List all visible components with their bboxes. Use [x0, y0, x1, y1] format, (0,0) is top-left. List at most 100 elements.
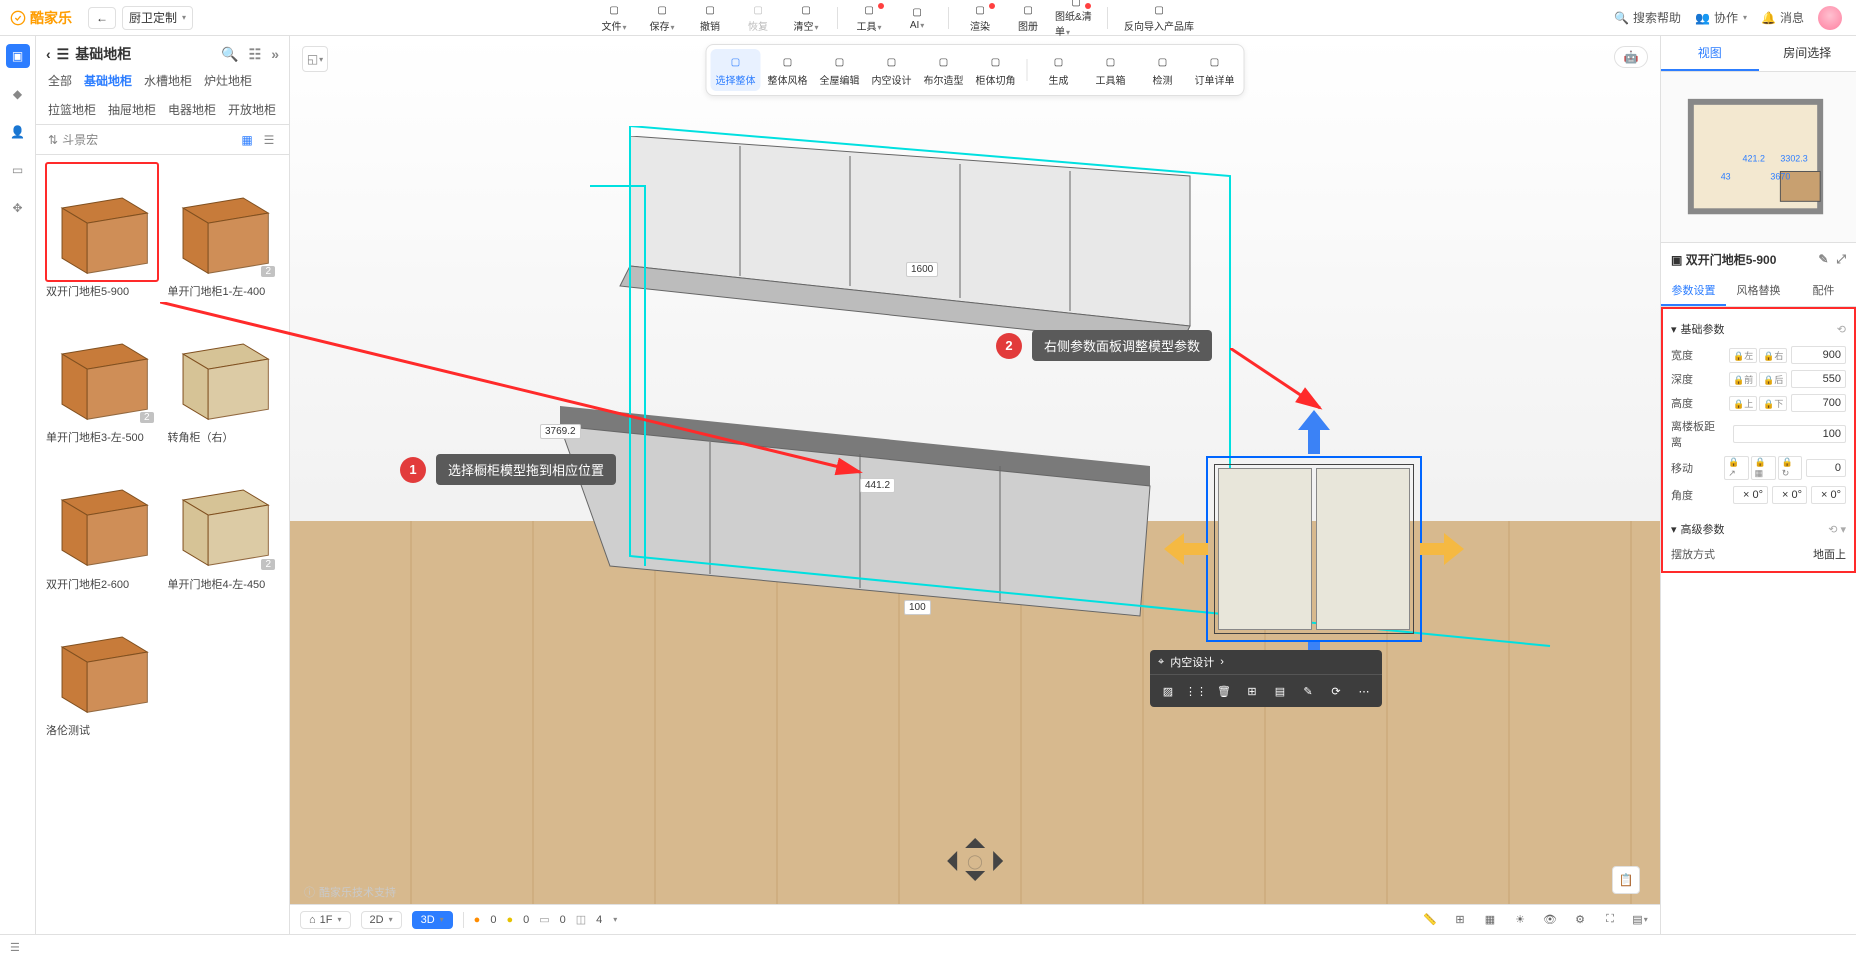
toolbar-undo[interactable]: ▢撤销: [689, 1, 731, 35]
reset-icon-2[interactable]: ⟲ ▾: [1828, 523, 1846, 536]
viewtool-interior[interactable]: ▢内空设计: [867, 49, 917, 91]
status-fullscreen-icon[interactable]: ⛶: [1600, 910, 1620, 930]
popup-addbox-icon[interactable]: ⊞: [1242, 681, 1262, 701]
param-input[interactable]: 900: [1791, 346, 1846, 364]
cat-tab[interactable]: 全部: [48, 72, 72, 89]
minimap[interactable]: 421.2 3302.3 43 3670: [1661, 72, 1856, 242]
status-eye-icon[interactable]: 👁: [1540, 910, 1560, 930]
param-input[interactable]: × 0°: [1772, 486, 1807, 504]
tab-view[interactable]: 视图: [1661, 36, 1759, 71]
popup-more-icon[interactable]: ⋯: [1354, 681, 1374, 701]
toolbar-ai[interactable]: ▢AI▾: [896, 1, 938, 35]
avatar[interactable]: [1818, 6, 1842, 30]
toolbar-clear[interactable]: ▢清空▾: [785, 1, 827, 35]
status-snap-icon[interactable]: ⊞: [1450, 910, 1470, 930]
ptab-params[interactable]: 参数设置: [1661, 276, 1726, 306]
catalog-item[interactable]: 2 单开门地柜1-左-400: [168, 163, 280, 299]
toolbar-save[interactable]: ▢保存▾: [641, 1, 683, 35]
toolbar-export[interactable]: ▢反向导入产品库: [1118, 1, 1200, 35]
catalog-item[interactable]: 2 单开门地柜3-左-500: [46, 309, 158, 445]
viewtool-select[interactable]: ▢选择整体: [711, 49, 761, 91]
popup-array-icon[interactable]: ⋮⋮: [1186, 681, 1206, 701]
status-grid-icon[interactable]: ▦: [1480, 910, 1500, 930]
messages-button[interactable]: 🔔 消息: [1761, 9, 1804, 26]
viewtool-check[interactable]: ▢检测: [1138, 49, 1188, 91]
ptab-parts[interactable]: 配件: [1791, 276, 1856, 306]
param-input[interactable]: 0: [1806, 459, 1846, 477]
status-layer-icon[interactable]: ▤▾: [1630, 910, 1650, 930]
nav-compass[interactable]: ◯: [937, 828, 1013, 894]
param-input[interactable]: × 0°: [1733, 486, 1768, 504]
param-input[interactable]: × 0°: [1811, 486, 1846, 504]
popup-delete-icon[interactable]: 🗑: [1214, 681, 1234, 701]
cat-tab[interactable]: 拉篮地柜: [48, 101, 96, 118]
param-input[interactable]: 100: [1733, 425, 1846, 443]
popup-refresh-icon[interactable]: ⟳: [1326, 681, 1346, 701]
viewtool-toolbox[interactable]: ▢工具箱: [1086, 49, 1136, 91]
viewtool-order[interactable]: ▢订单详单: [1190, 49, 1240, 91]
move-up-arrow[interactable]: [1298, 410, 1330, 454]
view-3d-button[interactable]: 3D ▾: [412, 911, 453, 929]
cat-tab[interactable]: 炉灶地柜: [204, 72, 252, 89]
popup-material-icon[interactable]: ✎: [1298, 681, 1318, 701]
filter-icon[interactable]: ☷: [249, 46, 262, 63]
cat-tab[interactable]: 水槽地柜: [144, 72, 192, 89]
toolbar-draw[interactable]: ▢图纸&清单▾: [1055, 1, 1097, 35]
catalog-item[interactable]: 转角柜（右）: [168, 309, 280, 445]
collab-button[interactable]: 👥 协作▾: [1695, 9, 1747, 26]
catalog-item[interactable]: 2 单开门地柜4-左-450: [168, 456, 280, 592]
ai-robot-icon[interactable]: 🤖: [1614, 46, 1648, 68]
floor-selector[interactable]: ⌂ 1F ▾: [300, 911, 351, 929]
popup-layer-icon[interactable]: ▤: [1270, 681, 1290, 701]
param-input[interactable]: 700: [1791, 394, 1846, 412]
rail-home-icon[interactable]: ▣: [6, 44, 30, 68]
toolbar-render[interactable]: ▢渲染: [959, 1, 1001, 35]
move-left-arrow[interactable]: [1164, 533, 1208, 565]
rail-box-icon[interactable]: ▭: [6, 158, 30, 182]
taskbar-menu-icon[interactable]: ☰: [10, 941, 20, 954]
cat-tab[interactable]: 电器地柜: [168, 101, 216, 118]
catalog-item[interactable]: 双开门地柜5-900: [46, 163, 158, 299]
clipboard-button[interactable]: 📋: [1612, 866, 1640, 894]
search-help[interactable]: 🔍 搜索帮助: [1614, 9, 1681, 26]
status-measure-icon[interactable]: 📏: [1420, 910, 1440, 930]
viewtool-profile[interactable]: ▢布尔造型: [919, 49, 969, 91]
mode-selector[interactable]: 厨卫定制▾: [122, 6, 193, 30]
view-2d-button[interactable]: 2D ▾: [361, 911, 402, 929]
search-icon[interactable]: 🔍: [221, 46, 238, 63]
cat-tab[interactable]: 基础地柜: [84, 72, 132, 89]
viewtool-edge[interactable]: ▢柜体切角: [971, 49, 1021, 91]
toolbar-tools[interactable]: ▢工具▾: [848, 1, 890, 35]
status-settings-icon[interactable]: ⚙: [1570, 910, 1590, 930]
catalog-item[interactable]: 洛伦测试: [46, 602, 158, 738]
toolbar-redo[interactable]: ▢恢复: [737, 1, 779, 35]
object-popup[interactable]: ⌖ 内空设计 › ▨ ⋮⋮ 🗑 ⊞ ▤ ✎ ⟳ ⋯: [1150, 650, 1382, 707]
catalog-item[interactable]: 双开门地柜2-600: [46, 456, 158, 592]
sort-icon[interactable]: ⇅: [48, 133, 58, 147]
collapse-icon[interactable]: »: [271, 46, 279, 63]
popup-hide-icon[interactable]: ▨: [1158, 681, 1178, 701]
chevron-left-icon[interactable]: ‹: [46, 46, 51, 62]
viewport-3d[interactable]: 1600 3769.2 441.2 100 ▢选择整体▢整体风格▢全屋编辑▢内空…: [290, 36, 1660, 934]
toolbar-album[interactable]: ▢图册: [1007, 1, 1049, 35]
rail-user-icon[interactable]: 👤: [6, 120, 30, 144]
status-light-icon[interactable]: ☀: [1510, 910, 1530, 930]
tab-room-select[interactable]: 房间选择: [1759, 36, 1856, 71]
ptab-style[interactable]: 风格替换: [1726, 276, 1791, 306]
edit-icon[interactable]: ✎: [1818, 252, 1828, 267]
param-input[interactable]: 550: [1791, 370, 1846, 388]
reset-icon[interactable]: ⟲: [1837, 323, 1846, 336]
cat-tab[interactable]: 抽屉地柜: [108, 101, 156, 118]
catalog-item[interactable]: [168, 602, 280, 738]
list-view-icon[interactable]: ☰: [261, 132, 277, 148]
expand-icon[interactable]: ⤢: [1836, 252, 1846, 267]
rail-deco-icon[interactable]: ◆: [6, 82, 30, 106]
toolbar-file[interactable]: ▢文件▾: [593, 1, 635, 35]
place-value[interactable]: 地面上: [1813, 546, 1846, 562]
viewtool-gen[interactable]: ▢生成: [1034, 49, 1084, 91]
selected-cabinet[interactable]: [1206, 456, 1422, 642]
rail-puzzle-icon[interactable]: ✥: [6, 196, 30, 220]
viewtool-style[interactable]: ▢整体风格: [763, 49, 813, 91]
grid-view-icon[interactable]: ▦: [239, 132, 255, 148]
back-button[interactable]: ←: [88, 7, 116, 29]
